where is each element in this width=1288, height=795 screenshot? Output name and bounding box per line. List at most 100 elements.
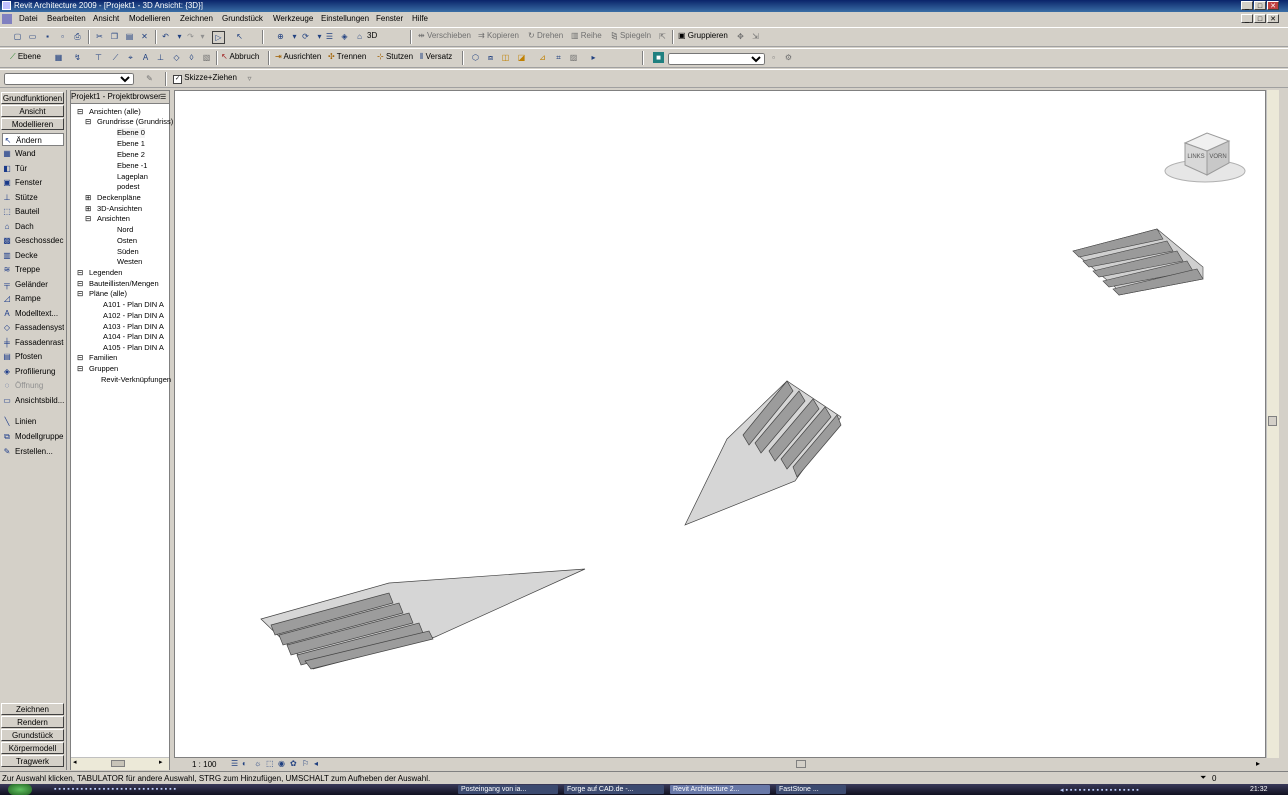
model-canvas[interactable]: LINKS VORN bbox=[175, 91, 1265, 757]
cut-icon[interactable]: ✂ bbox=[94, 31, 105, 42]
delete-icon[interactable]: ✕ bbox=[139, 31, 150, 42]
tree-node[interactable]: A101 - Plan DIN A bbox=[103, 300, 164, 310]
taskbar-item-faststone[interactable]: FastStone ... bbox=[776, 785, 846, 794]
tree-node[interactable]: A102 - Plan DIN A bbox=[103, 311, 164, 321]
render-icon[interactable]: ■ bbox=[653, 52, 664, 63]
join-icon[interactable]: ◫ bbox=[500, 52, 511, 63]
tree-node[interactable]: Familien bbox=[89, 353, 117, 363]
design-item-20[interactable]: ⧉ Modellgruppe bbox=[2, 430, 64, 443]
viewcube-left-face[interactable]: LINKS bbox=[1187, 154, 1204, 160]
tree-node[interactable]: podest bbox=[117, 182, 140, 192]
design-item-18[interactable]: ▭ Ansichtsbild... bbox=[2, 394, 64, 407]
open-icon[interactable]: ▭ bbox=[27, 31, 38, 42]
undo-dropdown-icon[interactable]: ▾ bbox=[174, 31, 185, 42]
tree-node[interactable]: A103 - Plan DIN A bbox=[103, 322, 164, 332]
help-pointer-icon[interactable]: ↖ bbox=[234, 31, 245, 42]
select-toggle-icon[interactable]: ▷ bbox=[212, 31, 225, 44]
reveal-hidden-icon[interactable]: ✿ bbox=[290, 759, 297, 768]
browser-menu-icon[interactable]: ☰ bbox=[160, 93, 166, 101]
demolish-icon[interactable]: ▨ bbox=[568, 52, 579, 63]
view3d-icon[interactable]: ⌂ bbox=[354, 31, 365, 42]
copy-icon[interactable]: ❐ bbox=[109, 31, 120, 42]
tree-expander-icon[interactable]: ⊟ bbox=[77, 279, 83, 289]
tree-node[interactable]: Süden bbox=[117, 247, 139, 257]
design-item-17[interactable]: ◌ Öffnung bbox=[2, 379, 64, 392]
viewport-vscrollbar[interactable] bbox=[1266, 90, 1279, 758]
paint-icon[interactable]: ⬡ bbox=[470, 52, 481, 63]
tree-node[interactable]: Nord bbox=[117, 225, 133, 235]
vscroll-thumb[interactable] bbox=[1268, 416, 1277, 426]
design-item-5[interactable]: ⬚ Bauteil bbox=[2, 205, 64, 218]
zoom-icon[interactable]: ⊕ bbox=[275, 31, 286, 42]
design-item-4[interactable]: ⊥ Stütze bbox=[2, 191, 64, 204]
ausrichten-button[interactable]: ⇥ Ausrichten bbox=[275, 52, 321, 61]
scroll-right-icon[interactable]: ▸ bbox=[159, 758, 163, 766]
tree-node[interactable]: Ansichten (alle) bbox=[89, 107, 141, 117]
taskbar-item-revit[interactable]: Revit Architecture 2... bbox=[670, 785, 770, 794]
type-selector[interactable] bbox=[4, 73, 134, 85]
drehen-button[interactable]: ↻ Drehen bbox=[528, 31, 563, 40]
design-item-0[interactable]: ↖ Ändern bbox=[2, 133, 64, 146]
reihe-button[interactable]: ▥ Reihe bbox=[571, 31, 602, 40]
zoom-dropdown-icon[interactable]: ▾ bbox=[289, 31, 300, 42]
spiegeln-button[interactable]: ⧎ Spiegeln bbox=[611, 31, 651, 40]
design-item-6[interactable]: ⌂ Dach bbox=[2, 220, 64, 233]
tree-node[interactable]: Ebene 1 bbox=[117, 139, 145, 149]
split-face-icon[interactable]: ⧈ bbox=[485, 52, 496, 63]
tree-node[interactable]: Grundrisse (Grundriss) bbox=[97, 117, 173, 127]
skizze-checkbox[interactable]: ✓ Skizze+Ziehen bbox=[173, 73, 237, 84]
tree-expander-icon[interactable]: ⊟ bbox=[77, 289, 83, 299]
lock-view-icon[interactable]: ⚐ bbox=[302, 759, 309, 768]
steering-wheel-icon[interactable]: ◂ bbox=[314, 759, 318, 768]
tree-expander-icon[interactable]: ⊟ bbox=[77, 107, 83, 117]
tree-node[interactable]: Deckenpläne bbox=[97, 193, 141, 203]
start-button[interactable] bbox=[8, 784, 32, 795]
temp-hide-icon[interactable]: ◉ bbox=[278, 759, 285, 768]
model-graphics-icon[interactable]: ◐ bbox=[242, 759, 247, 768]
tree-expander-icon[interactable]: ⊟ bbox=[77, 268, 83, 278]
grid-icon[interactable]: ▦ bbox=[53, 52, 64, 63]
versatz-button[interactable]: ⫴ Versatz bbox=[420, 52, 452, 62]
tree-node[interactable]: A105 - Plan DIN A bbox=[103, 343, 164, 353]
tree-node[interactable]: Pläne (alle) bbox=[89, 289, 127, 299]
menu-modellieren[interactable]: Modellieren bbox=[129, 14, 170, 23]
save-icon[interactable]: ▪ bbox=[42, 31, 53, 42]
trennen-button[interactable]: ✣ Trennen bbox=[328, 52, 366, 61]
tree-node[interactable]: Ebene 2 bbox=[117, 150, 145, 160]
menu-datei[interactable]: Datei bbox=[19, 14, 38, 23]
doc-minimize-button[interactable]: _ bbox=[1241, 14, 1253, 23]
tree-node[interactable]: Gruppen bbox=[89, 364, 118, 374]
view-scale[interactable]: 1 : 100 bbox=[192, 760, 216, 769]
quick-launch-icons[interactable]: ▪ ▪ ▪ ▪ ▪ ▪ ▪ ▪ ▪ ▪ ▪ ▪ ▪ ▪ ▪ ▪ ▪ ▪ ▪ ▪ … bbox=[54, 786, 176, 793]
filter-icon[interactable]: ▿ bbox=[244, 73, 255, 84]
design-item-12[interactable]: A Modelltext... bbox=[2, 307, 64, 320]
ebene-button[interactable]: ⟋ Ebene bbox=[10, 52, 41, 62]
redo-icon[interactable]: ↷ bbox=[185, 31, 196, 42]
pick-icon[interactable]: ⟋ bbox=[110, 52, 121, 63]
tree-expander-icon[interactable]: ⊟ bbox=[85, 214, 91, 224]
gruppieren-button[interactable]: ▣ Gruppieren bbox=[678, 31, 728, 40]
tree-node[interactable]: Legenden bbox=[89, 268, 122, 278]
menu-hilfe[interactable]: Hilfe bbox=[412, 14, 428, 23]
spin-icon[interactable]: ⟳ bbox=[300, 31, 311, 42]
design-item-11[interactable]: ◿ Rampe bbox=[2, 292, 64, 305]
paste-icon[interactable]: ▤ bbox=[124, 31, 135, 42]
tree-expander-icon[interactable]: ⊞ bbox=[85, 204, 91, 214]
tab-rendern[interactable]: Rendern bbox=[1, 716, 64, 728]
minimize-button[interactable]: _ bbox=[1241, 1, 1253, 10]
thin-lines-icon[interactable]: ☰ bbox=[324, 31, 335, 42]
design-item-21[interactable]: ✎ Erstellen... bbox=[2, 445, 64, 458]
stair-model-middle[interactable] bbox=[684, 380, 842, 526]
tree-node[interactable]: 3D-Ansichten bbox=[97, 204, 142, 214]
linework-icon[interactable]: ▸ bbox=[588, 52, 599, 63]
verschieben-button[interactable]: ⇹ Verschieben bbox=[418, 31, 471, 40]
tag-icon[interactable]: ⌖ bbox=[125, 52, 136, 63]
render-settings-icon[interactable]: ▫ bbox=[768, 52, 779, 63]
tab-koerpermodell[interactable]: Körpermodell bbox=[1, 742, 64, 754]
detail-level-icon[interactable]: ☰ bbox=[231, 759, 238, 768]
menu-einstellungen[interactable]: Einstellungen bbox=[321, 14, 369, 23]
filter-funnel-icon[interactable]: ⏷ bbox=[1200, 773, 1206, 783]
tree-node[interactable]: Ebene -1 bbox=[117, 161, 147, 171]
shading-icon[interactable]: ◈ bbox=[339, 31, 350, 42]
render-dropdown[interactable] bbox=[668, 53, 765, 65]
